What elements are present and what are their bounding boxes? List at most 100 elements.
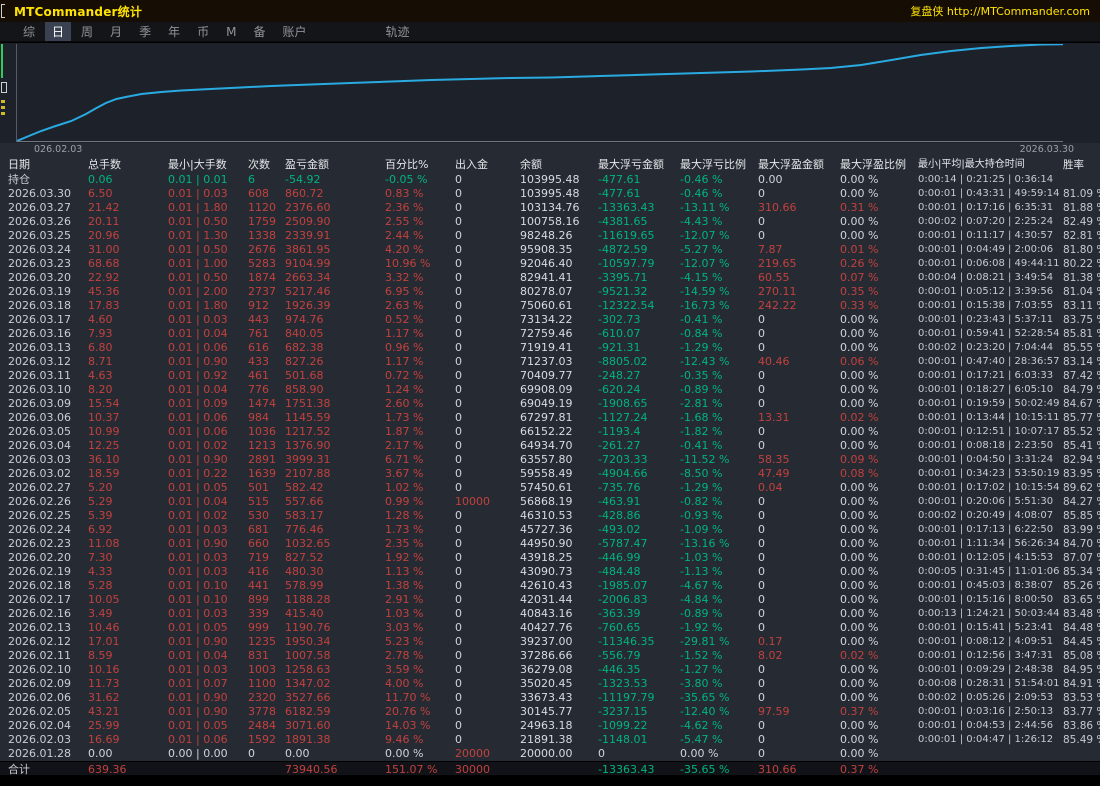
table-row[interactable]: 2026.02.13 10.46 0.01 | 0.05 999 1190.76 3.03… (0, 621, 1100, 635)
column-header[interactable]: 最小|大手数 (160, 158, 240, 172)
cell: 0.01 | 0.90 (168, 355, 228, 368)
table-row[interactable]: 2026.03.26 20.11 0.01 | 0.50 1759 2509.90 2.5… (0, 215, 1100, 229)
cell: 83.86 % (1063, 720, 1100, 732)
table-row[interactable]: 2026.02.16 3.49 0.01 | 0.03 339 415.40 1.03 %… (0, 607, 1100, 621)
table-row[interactable]: 2026.02.03 16.69 0.01 | 0.06 1592 1891.38 9.4… (0, 733, 1100, 747)
table-row[interactable]: 2026.03.30 6.50 0.01 | 0.03 608 860.72 0.83 %… (0, 187, 1100, 201)
table-row[interactable]: 2026.02.27 5.20 0.01 | 0.05 501 582.42 1.02 %… (0, 481, 1100, 495)
column-header[interactable]: 总手数 (80, 158, 160, 172)
menu-item-月[interactable]: 月 (103, 22, 129, 41)
table-row[interactable]: 2026.03.20 22.92 0.01 | 0.50 1874 2663.34 3.3… (0, 271, 1100, 285)
cell: 0.01 | 0.90 (168, 691, 228, 704)
table-row[interactable]: 2026.03.16 7.93 0.01 | 0.04 761 840.05 1.17 %… (0, 327, 1100, 341)
cell: 0.52 % (385, 313, 424, 326)
table-row[interactable]: 2026.03.12 8.71 0.01 | 0.90 433 827.26 1.17 %… (0, 355, 1100, 369)
cell: 3861.95 (285, 243, 331, 256)
table-row[interactable]: 2026.02.25 5.39 0.01 | 0.02 530 583.17 1.28 %… (0, 509, 1100, 523)
strip-bracket-icon (1, 4, 5, 18)
menu-item-轨迹[interactable]: 轨迹 (379, 22, 417, 41)
menu-item-综[interactable]: 综 (16, 22, 42, 41)
table-row[interactable]: 2026.03.05 10.99 0.01 | 0.06 1036 1217.52 1.8… (0, 425, 1100, 439)
table-row[interactable]: 2026.02.06 31.62 0.01 | 0.90 2320 3527.66 11.… (0, 691, 1100, 705)
menu-item-M[interactable]: M (219, 24, 243, 40)
table-row[interactable]: 2026.02.26 5.29 0.01 | 0.04 515 557.66 0.99 %… (0, 495, 1100, 509)
cell: -1.92 % (680, 621, 723, 634)
table-row[interactable]: 2026.03.03 36.10 0.01 | 0.90 2891 3999.31 6.7… (0, 453, 1100, 467)
table-row[interactable]: 2026.03.13 6.80 0.01 | 0.06 616 682.38 0.96 %… (0, 341, 1100, 355)
cell: 840.05 (285, 327, 324, 340)
cell: 39237.00 (520, 635, 573, 648)
column-header[interactable]: 次数 (240, 158, 277, 172)
column-header[interactable]: 最大浮亏比例 (672, 158, 750, 172)
table-row[interactable]: 2026.03.09 15.54 0.01 | 0.09 1474 1751.38 2.6… (0, 397, 1100, 411)
chart-plot-area[interactable] (16, 44, 1063, 142)
table-row[interactable]: 2026.03.04 12.25 0.01 | 0.02 1213 1376.90 2.1… (0, 439, 1100, 453)
brand-link[interactable]: 复盘侠 http://MTCommander.com (910, 3, 1090, 19)
table-row[interactable]: 2026.02.23 11.08 0.01 | 0.90 660 1032.65 2.35… (0, 537, 1100, 551)
table-row[interactable]: 2026.03.10 8.20 0.01 | 0.04 776 858.90 1.24 %… (0, 383, 1100, 397)
cell: -610.07 (598, 327, 641, 340)
menu-item-周[interactable]: 周 (74, 22, 100, 41)
menu-item-年[interactable]: 年 (161, 22, 187, 41)
cell: 16.69 (88, 733, 120, 746)
table-row[interactable]: 2026.03.18 17.83 0.01 | 1.80 912 1926.39 2.63… (0, 299, 1100, 313)
table-row[interactable]: 2026.02.11 8.59 0.01 | 0.04 831 1007.58 2.78 … (0, 649, 1100, 663)
table-row[interactable]: 2026.02.10 10.16 0.01 | 0.03 1003 1258.63 3.5… (0, 663, 1100, 677)
table-row[interactable]: 2026.02.04 25.99 0.01 | 0.05 2484 3071.60 14.… (0, 719, 1100, 733)
cell: -477.61 (598, 187, 641, 200)
table-row[interactable]: 2026.02.24 6.92 0.01 | 0.03 681 776.46 1.73 %… (0, 523, 1100, 537)
table-row[interactable]: 2026.02.09 11.73 0.01 | 0.07 1100 1347.02 4.0… (0, 677, 1100, 691)
cell: -12.40 % (680, 705, 730, 718)
table-row[interactable]: 2026.02.18 5.28 0.01 | 0.10 441 578.99 1.38 %… (0, 579, 1100, 593)
table-row[interactable]: 持仓 0.06 0.01 | 0.01 6 -54.92 -0.05 % 0 103995.4… (0, 173, 1100, 187)
cell: 0 (455, 369, 462, 382)
table-row[interactable]: 2026.03.11 4.63 0.01 | 0.92 461 501.68 0.72 %… (0, 369, 1100, 383)
cell: -11619.65 (598, 229, 655, 242)
column-header[interactable]: 最小|平均|最大持仓时间 (910, 158, 1055, 172)
cell: 82.49 % (1063, 216, 1100, 228)
cell: 0.00 % (840, 313, 879, 326)
cell: -1323.53 (598, 677, 648, 690)
table-row[interactable]: 2026.03.27 21.42 0.01 | 1.80 1120 2376.60 2.3… (0, 201, 1100, 215)
equity-chart[interactable] (0, 43, 1100, 143)
cell: 1190.76 (285, 621, 331, 634)
column-header[interactable]: 最大浮亏金额 (590, 158, 672, 172)
column-header[interactable]: 胜率 (1055, 158, 1100, 172)
table-row[interactable]: 2026.03.19 45.36 0.01 | 2.00 2737 5217.46 6.9… (0, 285, 1100, 299)
table-row[interactable]: 2026.03.06 10.37 0.01 | 0.06 984 1145.59 1.73… (0, 411, 1100, 425)
cell: 83.11 % (1063, 300, 1100, 312)
column-header[interactable]: 最大浮盈金额 (750, 158, 832, 172)
table-row[interactable]: 2026.02.20 7.30 0.01 | 0.03 719 827.52 1.92 %… (0, 551, 1100, 565)
table-row[interactable]: 2026.03.17 4.60 0.01 | 0.03 443 974.76 0.52 %… (0, 313, 1100, 327)
table-row[interactable]: 2026.03.23 68.68 0.01 | 1.00 5283 9104.99 10.… (0, 257, 1100, 271)
menu-item-币[interactable]: 币 (190, 22, 216, 41)
table-row[interactable]: 2026.02.19 4.33 0.01 | 0.03 416 480.30 1.13 %… (0, 565, 1100, 579)
table-row[interactable]: 2026.02.12 17.01 0.01 | 0.90 1235 1950.34 5.2… (0, 635, 1100, 649)
column-header[interactable]: 盈亏金额 (277, 158, 377, 172)
table-row[interactable]: 2026.02.17 10.05 0.01 | 0.10 899 1188.28 2.91… (0, 593, 1100, 607)
cell: 2.55 % (385, 215, 424, 228)
column-header[interactable]: 余额 (512, 158, 590, 172)
cell: 68.68 (88, 257, 120, 270)
column-header[interactable]: 最大浮盈比例 (832, 158, 910, 172)
menu-item-日[interactable]: 日 (45, 22, 72, 41)
menu-item-账户[interactable]: 账户 (275, 22, 313, 41)
column-header[interactable]: 日期 (0, 158, 80, 172)
menu-item-备[interactable]: 备 (246, 22, 272, 41)
date-cell: 2026.03.26 (8, 215, 71, 228)
column-header[interactable]: 百分比% (377, 158, 447, 172)
column-header[interactable]: 出入金 (447, 158, 512, 172)
table-row[interactable]: 2026.03.25 20.96 0.01 | 1.30 1338 2339.91 2.4… (0, 229, 1100, 243)
cell: 0:00:01 | 0:34:23 | 53:50:19 (918, 468, 1060, 479)
cell: 24963.18 (520, 719, 573, 732)
table-row[interactable]: 2026.01.28 0.00 0.00 | 0.00 0 0.00 0.00 % 2000… (0, 747, 1100, 761)
menu-item-季[interactable]: 季 (132, 22, 158, 41)
cell: 0 (455, 635, 462, 648)
table-row[interactable]: 2026.03.24 31.00 0.01 | 0.50 2676 3861.95 4.2… (0, 243, 1100, 257)
cell: 46310.53 (520, 509, 573, 522)
cell: 858.90 (285, 383, 324, 396)
cell: 2891 (248, 453, 276, 466)
table-row[interactable]: 2026.03.02 18.59 0.01 | 0.22 1639 2107.88 3.6… (0, 467, 1100, 481)
table-row[interactable]: 2026.02.05 43.21 0.01 | 0.90 3778 6182.59 20.… (0, 705, 1100, 719)
cell: 0.00 % (840, 579, 879, 592)
